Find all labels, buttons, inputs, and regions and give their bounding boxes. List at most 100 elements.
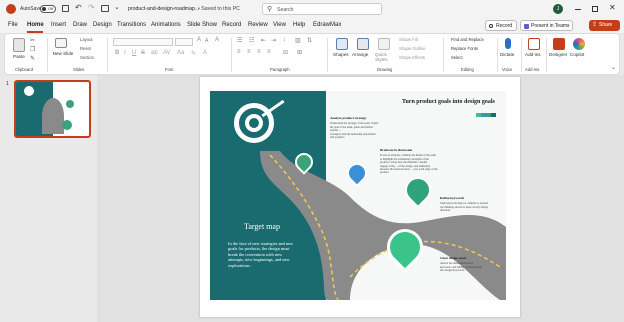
microphone-icon[interactable] <box>505 38 511 49</box>
close-icon[interactable]: ✕ <box>609 3 616 12</box>
share-button[interactable]: ⇪ Share <box>589 20 620 31</box>
italic-icon[interactable]: I <box>124 50 126 56</box>
add-ins-group-label: Add-ins <box>525 67 540 72</box>
collapse-ribbon-icon[interactable]: ⌄ <box>611 64 616 71</box>
bullets-icon[interactable]: ☰ <box>237 37 242 44</box>
drawing-group-label: Drawing <box>377 67 393 72</box>
avatar-initial: J <box>556 6 560 12</box>
underline-icon[interactable]: U <box>132 50 136 56</box>
arrange-icon[interactable] <box>357 38 369 50</box>
slide-left-title[interactable]: Target map <box>244 222 280 231</box>
slide[interactable]: Turn product goals into design goals Tar… <box>200 77 520 317</box>
select-button[interactable]: Select <box>451 55 463 60</box>
text-block-brainstorm[interactable]: Brainstorm discussion Focus on analysis,… <box>380 148 438 175</box>
find-replace-button[interactable]: Find and Replace <box>451 37 484 42</box>
align-right-icon[interactable]: ≡ <box>257 49 261 55</box>
autosave-toggle[interactable]: Off <box>40 5 56 13</box>
paste-button[interactable]: Paste <box>13 54 25 59</box>
customize-toolbar-icon[interactable]: ⌄ <box>114 3 120 11</box>
shape-outline-button[interactable]: Shape Outline <box>399 46 426 51</box>
tab-edrawmax[interactable]: EdrawMax <box>313 22 341 28</box>
redo-icon[interactable]: ↷ <box>88 3 95 12</box>
copy-icon[interactable]: ❐ <box>30 46 35 53</box>
slide-header[interactable]: Turn product goals into design goals <box>402 99 495 105</box>
arrange-button[interactable]: Arrange <box>352 52 368 57</box>
tab-draw[interactable]: Draw <box>73 22 87 28</box>
record-button[interactable]: Record <box>485 20 517 31</box>
copilot-button[interactable]: Copilot <box>570 52 584 57</box>
designer-icon[interactable] <box>553 38 565 50</box>
avatar[interactable]: J <box>553 4 563 14</box>
present-from-start-icon[interactable] <box>101 5 109 12</box>
search-box[interactable]: ⚲ Search <box>262 3 382 15</box>
decrease-font-icon[interactable]: A <box>205 38 208 44</box>
copilot-icon[interactable] <box>573 38 585 50</box>
font-color-icon[interactable]: A <box>203 50 207 56</box>
tab-file[interactable]: File <box>8 22 18 28</box>
tab-review[interactable]: Review <box>248 22 268 28</box>
align-text-icon[interactable]: ⊟ <box>283 49 288 56</box>
strikethrough-icon[interactable]: S <box>141 50 145 56</box>
increase-indent-icon[interactable]: ⇥ <box>271 37 276 44</box>
tab-home[interactable]: Home <box>27 22 44 28</box>
tab-help[interactable]: Help <box>293 22 305 28</box>
section-button[interactable]: Section <box>80 55 94 60</box>
numbering-icon[interactable]: ☷ <box>249 37 254 44</box>
justify-icon[interactable]: ≡ <box>267 49 271 55</box>
tab-slide-show[interactable]: Slide Show <box>187 22 217 28</box>
shape-fill-button[interactable]: Shape Fill <box>399 37 418 42</box>
reset-button[interactable]: Reset <box>80 46 91 51</box>
increase-font-icon[interactable]: A <box>197 37 201 43</box>
align-left-icon[interactable]: ≡ <box>237 49 241 55</box>
slide-left-body[interactable]: In the face of new strategies and new go… <box>228 241 293 268</box>
save-icon[interactable] <box>62 5 69 12</box>
shape-effects-button[interactable]: Shape Effects <box>399 55 425 60</box>
quick-styles-button[interactable]: Quick Styles <box>375 52 393 62</box>
file-name[interactable]: product-and-design-roadmap... <box>128 6 199 12</box>
font-name-box[interactable] <box>113 38 173 46</box>
char-spacing-icon[interactable]: AV <box>163 50 171 56</box>
layout-button[interactable]: Layout <box>80 37 93 42</box>
quick-styles-icon[interactable] <box>378 38 390 50</box>
present-in-teams-button[interactable]: Present in Teams <box>520 20 573 31</box>
designer-button[interactable]: Designer <box>549 52 567 57</box>
shapes-icon[interactable] <box>336 38 348 50</box>
undo-icon[interactable]: ↶ <box>75 3 82 12</box>
text-block-refine[interactable]: Refine keywords Then keywords help us co… <box>440 196 488 213</box>
change-case-icon[interactable]: Aa <box>177 50 184 56</box>
maximize-icon[interactable] <box>592 6 598 12</box>
dictate-button[interactable]: Dictate <box>500 52 514 57</box>
align-center-icon[interactable]: ≡ <box>247 49 251 55</box>
shapes-button[interactable]: Shapes <box>333 52 349 57</box>
add-ins-icon[interactable] <box>528 38 540 50</box>
slide-editing-area: Turn product goals into design goals Tar… <box>97 75 624 322</box>
tab-record[interactable]: Record <box>222 22 241 28</box>
replace-fonts-button[interactable]: Replace Fonts <box>451 46 478 51</box>
columns-icon[interactable]: ▥ <box>295 37 301 44</box>
paste-icon[interactable] <box>13 38 25 52</box>
new-slide-icon[interactable] <box>55 38 67 48</box>
text-block-clear-goals[interactable]: Clear design goals And let me disassembl… <box>440 256 482 273</box>
slide-thumbnail[interactable] <box>14 80 91 138</box>
new-slide-button[interactable]: New Slide <box>51 51 75 56</box>
tab-insert[interactable]: Insert <box>51 22 66 28</box>
text-direction-icon[interactable]: ⇅ <box>307 37 312 44</box>
format-painter-icon[interactable]: ✎ <box>30 55 35 62</box>
smartart-icon[interactable]: ⊞ <box>297 49 302 56</box>
highlight-icon[interactable]: ✎ <box>191 50 196 57</box>
decrease-indent-icon[interactable]: ⇤ <box>261 37 266 44</box>
tab-animations[interactable]: Animations <box>151 22 181 28</box>
minimize-icon[interactable] <box>575 9 581 10</box>
shadow-icon[interactable]: ab <box>151 50 158 56</box>
bold-icon[interactable]: B <box>115 50 119 56</box>
add-ins-button[interactable]: Add-ins <box>525 52 541 57</box>
tab-transitions[interactable]: Transitions <box>117 22 146 28</box>
tab-view[interactable]: View <box>273 22 286 28</box>
text-block-analyze[interactable]: Analyze product strategy Understand the … <box>330 116 379 139</box>
font-size-box[interactable] <box>175 38 193 46</box>
clear-format-icon[interactable]: A <box>215 37 219 43</box>
cut-icon[interactable]: ✂ <box>30 37 35 44</box>
save-status[interactable]: • Saved to this PC <box>198 6 240 12</box>
line-spacing-icon[interactable]: ↕ <box>283 37 286 43</box>
tab-design[interactable]: Design <box>93 22 112 28</box>
